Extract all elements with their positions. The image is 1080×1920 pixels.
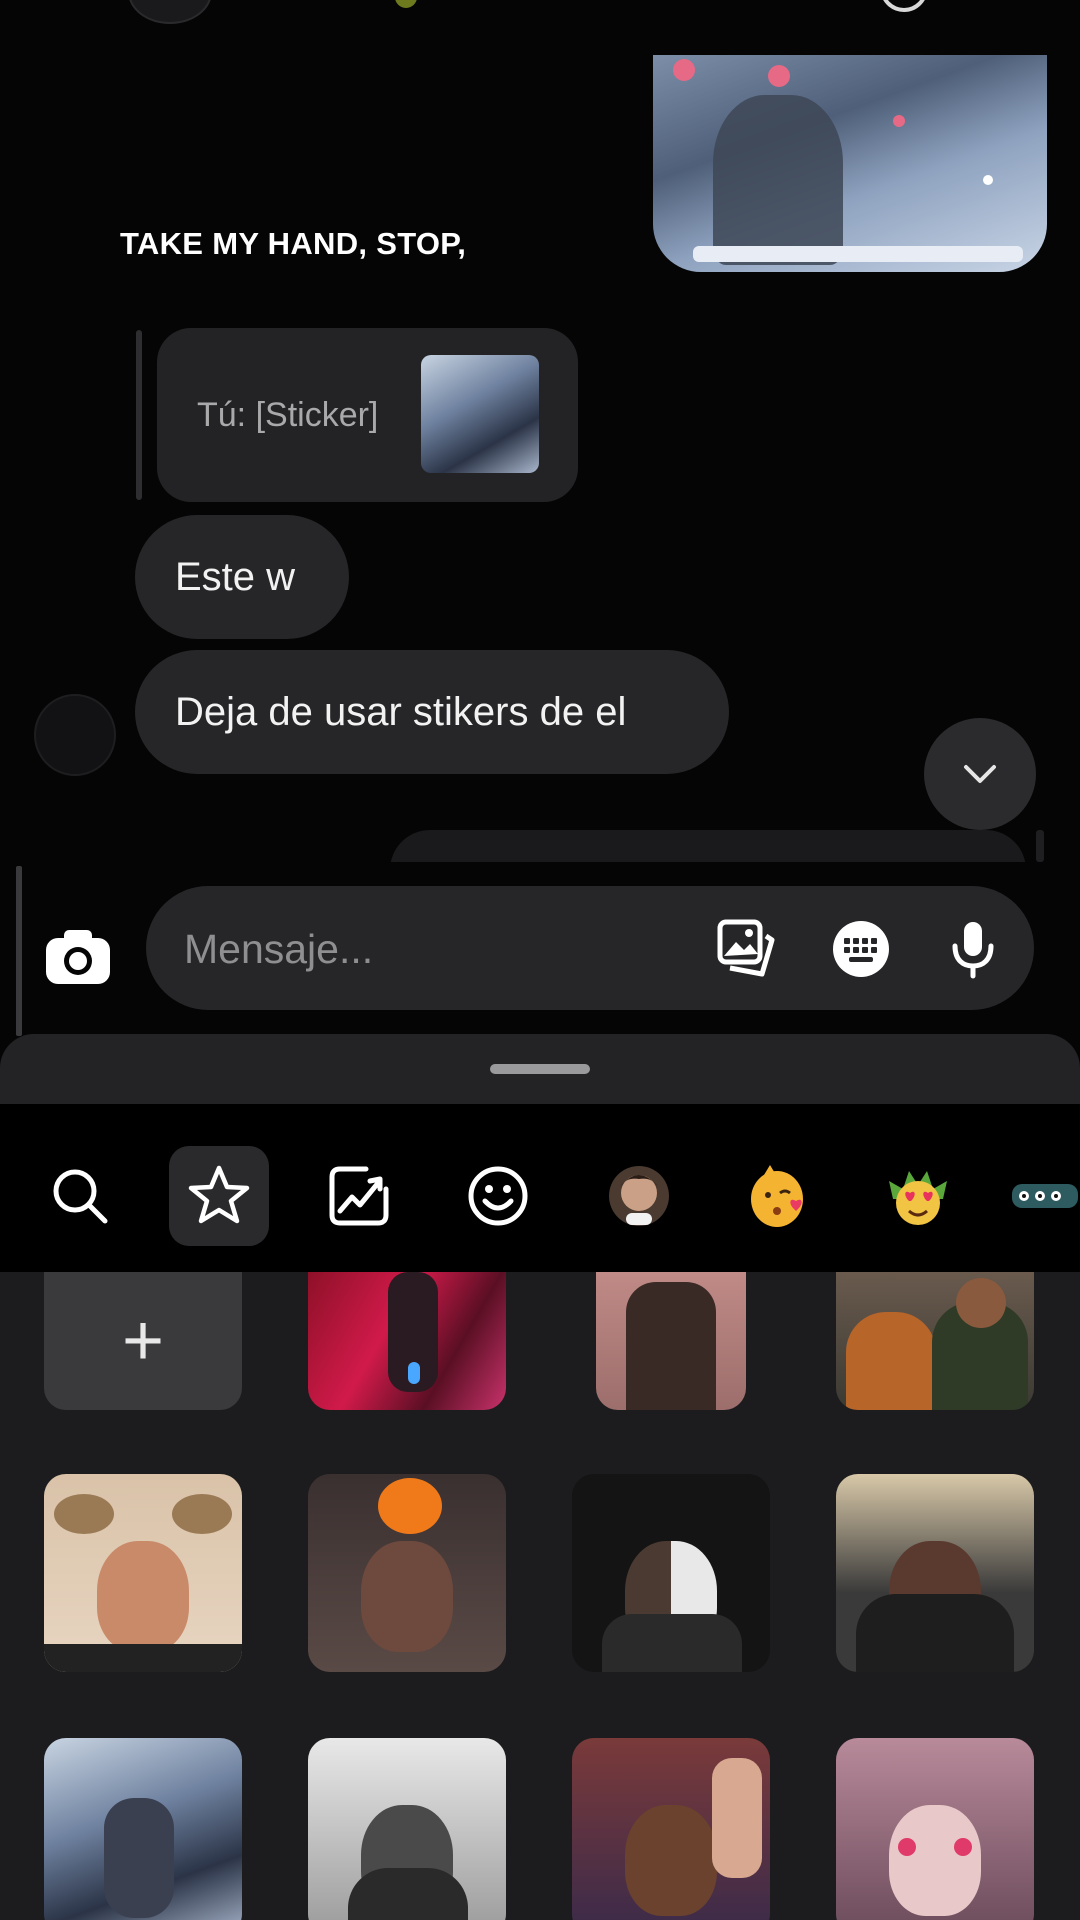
reply-indicator-bar <box>136 330 142 500</box>
kiss-emoji-icon <box>751 1165 803 1227</box>
header-avatar[interactable] <box>128 0 212 24</box>
scrollbar-thumb[interactable] <box>1036 830 1044 862</box>
smiley-icon <box>468 1166 528 1226</box>
tab-favorites[interactable] <box>169 1146 269 1246</box>
sticker-item[interactable] <box>572 1738 770 1920</box>
sender-avatar[interactable] <box>34 694 116 776</box>
sticker-item[interactable] <box>44 1738 242 1920</box>
gallery-icon[interactable] <box>716 918 778 980</box>
reply-sticker-thumbnail <box>421 355 539 473</box>
divider <box>16 866 22 1036</box>
tab-avatar[interactable] <box>589 1146 689 1246</box>
message-input[interactable] <box>182 916 706 982</box>
message-bubble[interactable]: Este w <box>135 515 349 639</box>
scroll-to-bottom-button[interactable] <box>924 718 1036 830</box>
reply-preview-text: Tú: [Sticker] <box>197 395 379 434</box>
sticker-item[interactable] <box>596 1272 746 1410</box>
tab-search[interactable] <box>30 1146 130 1246</box>
active-status-dot <box>395 0 417 8</box>
sticker-item[interactable] <box>308 1474 506 1672</box>
camera-button[interactable] <box>40 920 116 996</box>
sticker-item[interactable] <box>836 1474 1034 1672</box>
tab-emoji-kiss[interactable] <box>729 1146 829 1246</box>
message-composer <box>146 886 1034 1010</box>
microphone-icon[interactable] <box>942 918 1004 980</box>
sticker-item[interactable] <box>572 1474 770 1672</box>
camera-icon <box>46 930 110 984</box>
tab-emoji-heart-eyes[interactable] <box>868 1146 968 1246</box>
sticker-keyboard-icon[interactable] <box>830 918 892 980</box>
more-sticker-icon <box>1012 1184 1078 1208</box>
sticker-item[interactable] <box>308 1738 506 1920</box>
tab-more-stickers[interactable] <box>1010 1146 1080 1246</box>
sticker-item[interactable] <box>836 1738 1034 1920</box>
tab-emoji[interactable] <box>448 1146 548 1246</box>
tab-trending[interactable] <box>309 1146 409 1246</box>
star-icon <box>188 1165 250 1224</box>
sticker-item[interactable] <box>44 1474 242 1672</box>
info-icon[interactable] <box>880 0 928 12</box>
avatar-sticker-icon <box>609 1166 669 1226</box>
trending-icon <box>329 1166 389 1226</box>
search-icon <box>53 1169 108 1224</box>
sticker-sheet-header <box>0 1034 1080 1104</box>
reply-preview[interactable]: Tú: [Sticker] <box>157 328 578 502</box>
sent-sticker-image[interactable] <box>653 55 1047 272</box>
sticker-item[interactable] <box>836 1272 1034 1410</box>
sticker-category-tabs <box>0 1104 1080 1272</box>
add-sticker-button[interactable]: + <box>44 1272 242 1410</box>
chevron-down-icon <box>964 765 996 783</box>
heart-eyes-emoji-icon <box>889 1171 947 1225</box>
drag-handle[interactable] <box>490 1064 590 1074</box>
lyric-caption: TAKE MY HAND, STOP, <box>120 226 467 261</box>
sticker-grid: + <box>0 1272 1080 1920</box>
message-bubble[interactable]: Deja de usar stikers de el <box>135 650 729 774</box>
sticker-item[interactable] <box>308 1272 506 1410</box>
chat-thread: TAKE MY HAND, STOP, Tú: [Sticker] Este w… <box>0 0 1080 880</box>
plus-icon: + <box>121 1301 165 1381</box>
